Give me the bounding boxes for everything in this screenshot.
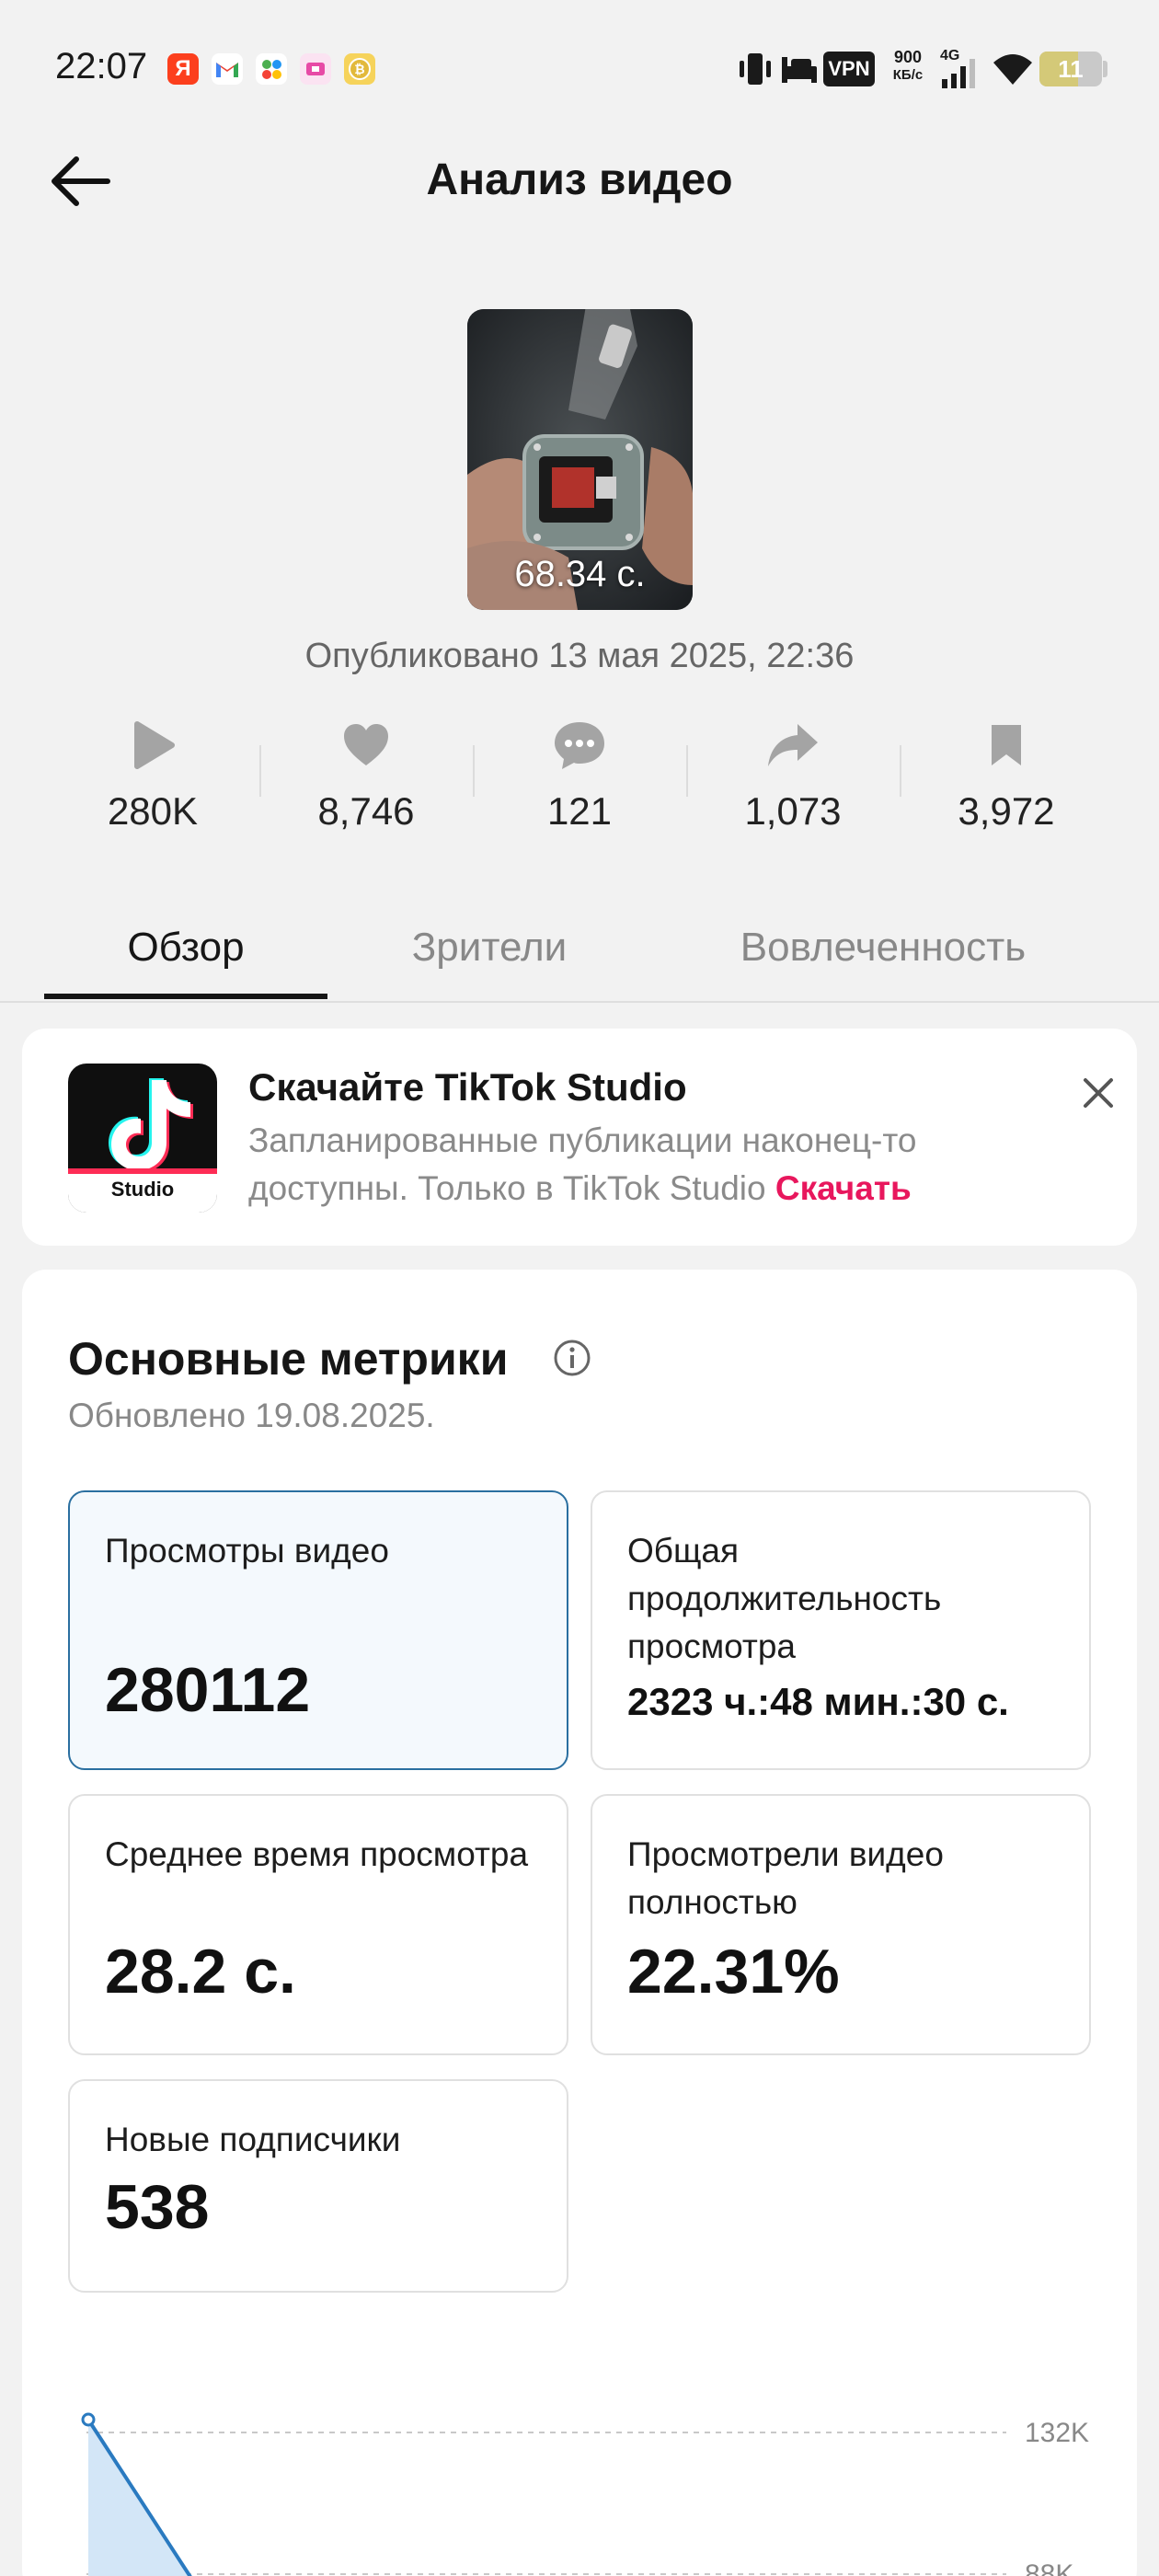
- metric-tile-views[interactable]: Просмотры видео 280112: [68, 1490, 568, 1770]
- tiktok-note-icon: [109, 1078, 193, 1172]
- play-icon: [125, 718, 180, 773]
- stat-comments[interactable]: 121: [473, 718, 686, 865]
- metric-value: 2323 ч.:48 мин.:30 с.: [627, 1680, 1009, 1723]
- metric-value: 280112: [105, 1655, 311, 1725]
- metric-label: Среднее время просмотра: [105, 1835, 529, 1873]
- speed-value: 900: [893, 48, 923, 66]
- network-speed: 900 КБ/с: [885, 48, 931, 85]
- page-title: Анализ видео: [426, 155, 733, 204]
- stat-value: 8,746: [317, 789, 415, 833]
- tab-bar: Обзор Зрители Вовлеченность: [0, 911, 1159, 1003]
- metric-tile-new-followers[interactable]: Новые подписчики 538: [68, 2079, 568, 2293]
- stat-value: 3,972: [958, 789, 1055, 833]
- stat-saves[interactable]: 3,972: [900, 718, 1113, 865]
- stat-likes[interactable]: 8,746: [259, 718, 473, 865]
- metrics-title: Основные метрики: [68, 1333, 509, 1385]
- series-area: [88, 2420, 190, 2576]
- battery-level: 11: [1058, 55, 1084, 83]
- tab-engagement[interactable]: Вовлеченность: [699, 911, 1067, 1003]
- promo-description: Запланированные публикации наконец-то до…: [248, 1117, 1058, 1213]
- published-date: Опубликовано 13 мая 2025, 22:36: [304, 637, 855, 675]
- share-icon: [765, 718, 820, 773]
- wifi-icon: [992, 50, 1034, 91]
- info-icon[interactable]: [552, 1338, 592, 1378]
- status-bar: 22:07 Я ₿ VPN 900 КБ/с 4G 11: [0, 0, 1159, 138]
- metric-value: 28.2 с.: [105, 1937, 296, 2007]
- video-thumbnail[interactable]: 68.34 с.: [467, 309, 693, 610]
- comment-icon: [552, 718, 607, 773]
- stat-value: 121: [546, 789, 613, 833]
- bookmark-icon: [979, 718, 1034, 773]
- tab-viewers[interactable]: Зрители: [368, 911, 611, 1003]
- sleep-mode-icon: [780, 50, 819, 93]
- speed-unit: КБ/с: [892, 67, 924, 83]
- metric-tile-avg-watch-time[interactable]: Среднее время просмотра 28.2 с.: [68, 1794, 568, 2055]
- logo-label: Studio: [110, 1178, 175, 1201]
- stat-views[interactable]: 280K: [46, 718, 259, 865]
- promo-banner: Studio Скачайте TikTok Studio Запланиров…: [22, 1029, 1137, 1246]
- metrics-updated: Обновлено 19.08.2025.: [68, 1397, 435, 1434]
- video-duration: 68.34 с.: [514, 554, 646, 594]
- metric-label: Просмотрели видео полностью: [627, 1835, 944, 1921]
- app-square-icon: [300, 53, 331, 85]
- gmail-icon: [212, 53, 243, 85]
- y-tick-label: 132K: [1025, 2418, 1089, 2448]
- metric-label: Просмотры видео: [105, 1532, 389, 1570]
- stat-value: 1,073: [744, 789, 842, 833]
- data-point[interactable]: [81, 2412, 96, 2427]
- app-coin-icon: ₿: [344, 53, 375, 85]
- metric-label: Новые подписчики: [105, 2121, 401, 2158]
- close-icon: [1084, 1078, 1113, 1108]
- promo-title: Скачайте TikTok Studio: [248, 1065, 687, 1109]
- vpn-badge: VPN: [823, 52, 875, 86]
- stat-shares[interactable]: 1,073: [686, 718, 900, 865]
- promo-download-link[interactable]: Скачать: [775, 1169, 912, 1207]
- stat-value: 280K: [107, 789, 199, 833]
- status-time: 22:07: [55, 46, 148, 86]
- tiktok-studio-logo: Studio: [68, 1064, 217, 1213]
- close-button[interactable]: [1071, 1065, 1126, 1121]
- metric-value: 538: [105, 2172, 210, 2242]
- views-chart: 132K 88K: [81, 2412, 1089, 2576]
- active-tab-indicator: [44, 994, 327, 999]
- yandex-icon: Я: [167, 53, 199, 85]
- heart-icon: [339, 718, 394, 773]
- stats-row: 280K 8,746 121 1,073 3,972: [46, 718, 1113, 865]
- app-dots-icon: [256, 53, 287, 85]
- metric-tile-total-watch-time[interactable]: Общая продолжительность просмотра 2323 ч…: [591, 1490, 1091, 1770]
- metric-tile-full-views[interactable]: Просмотрели видео полностью 22.31%: [591, 1794, 1091, 2055]
- y-tick-label: 88K: [1025, 2559, 1073, 2576]
- battery-icon: 11: [1039, 52, 1102, 86]
- vibrate-icon: [736, 50, 775, 93]
- tab-overview[interactable]: Обзор: [44, 911, 327, 1003]
- metric-label: Общая продолжительность просмотра: [627, 1532, 942, 1665]
- cellular-signal-icon: 4G: [940, 48, 982, 90]
- key-metrics-card: Основные метрики Обновлено 19.08.2025. П…: [22, 1270, 1137, 2576]
- svg-text:₿: ₿: [354, 63, 364, 77]
- metric-value: 22.31%: [627, 1937, 840, 2007]
